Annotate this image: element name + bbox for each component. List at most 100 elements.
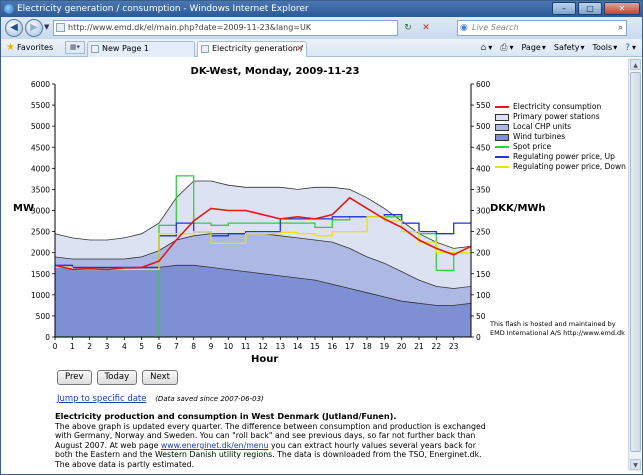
y-tick-label-right: 150 (476, 270, 491, 279)
x-tick-label: 6 (157, 342, 162, 351)
legend-label: Regulating power price, Up (513, 152, 615, 161)
scroll-down-arrow-icon[interactable]: ▼ (630, 459, 641, 470)
y-tick-label-left: 3500 (31, 185, 50, 194)
command-bar: ⌂ ▾ ⎙ ▾ Page ▾ Safety ▾ Tools ▾ ? ▾ (481, 41, 636, 55)
y-tick-label-right: 400 (476, 164, 491, 173)
back-arrow-icon[interactable]: ◀ (5, 19, 23, 37)
chart-legend: Electricity consumption Primary power sta… (495, 102, 626, 172)
description-title: Electricity production and consumption i… (55, 411, 397, 421)
legend-item: Wind turbines (495, 132, 626, 142)
tab-page-icon (201, 45, 209, 53)
vertical-scrollbar[interactable]: ▲ ▼ (628, 58, 641, 471)
y-tick-label-right: 50 (476, 312, 486, 321)
page-content: DK-West, Monday, 2009-11-23 MW DKK/MWh H… (5, 58, 627, 471)
safety-menu[interactable]: Safety ▾ (554, 41, 585, 55)
legend-item: Regulating power price, Up (495, 152, 626, 162)
jump-row: Jump to specific date (Data saved since … (57, 394, 264, 404)
search-input[interactable]: ◉ Live Search ⌕ (457, 20, 627, 36)
y-tick-label-right: 450 (476, 143, 491, 152)
y-tick-label-left: 1500 (31, 270, 50, 279)
y-tick-label-left: 500 (36, 312, 51, 321)
y-tick-label-left: 1000 (31, 291, 50, 300)
legend-label: Electricity consumption (513, 102, 602, 111)
tab-label: Electricity generation / ... (212, 44, 307, 53)
y-tick-label-right: 300 (476, 207, 491, 216)
jump-to-date-link[interactable]: Jump to specific date (57, 394, 147, 404)
prev-button[interactable]: Prev (57, 370, 92, 385)
x-tick-label: 12 (258, 342, 268, 351)
tab-label: New Page 1 (102, 44, 149, 53)
x-tick-label: 13 (276, 342, 286, 351)
tab-electricity[interactable]: Electricity generation / ... ✕ (197, 41, 307, 57)
legend-label: Wind turbines (513, 132, 566, 141)
star-icon: ★ (6, 42, 15, 53)
y-tick-label-right: 550 (476, 101, 491, 110)
help-icon: ? (625, 43, 630, 53)
legend-label: Spot price (513, 142, 552, 151)
y-tick-label-left: 5500 (31, 101, 50, 110)
tools-menu[interactable]: Tools ▾ (592, 41, 617, 55)
search-placeholder: Live Search (472, 23, 519, 32)
print-icon: ⎙ (500, 43, 508, 53)
page-menu[interactable]: Page ▾ (521, 41, 545, 55)
x-tick-label: 2 (87, 342, 92, 351)
live-search-icon: ◉ (460, 23, 468, 33)
tab-new-page[interactable]: New Page 1 (87, 41, 195, 57)
x-tick-label: 18 (362, 342, 372, 351)
legend-swatch (495, 156, 509, 158)
legend-item: Primary power stations (495, 112, 626, 122)
tab-close-icon[interactable]: ✕ (296, 42, 303, 56)
window-title: Electricity generation / consumption - W… (17, 4, 309, 14)
favorites-button[interactable]: ★ Favorites (6, 41, 53, 55)
address-bar[interactable]: http://www.emd.dk/el/main.php?date=2009-… (53, 20, 398, 36)
tab-page-icon (91, 45, 99, 53)
quick-tabs-icon[interactable]: ▦▾ (65, 41, 85, 54)
y-tick-label-right: 0 (476, 333, 481, 342)
search-icon[interactable]: ⌕ (618, 21, 623, 35)
energinet-link[interactable]: www.energinet.dk/en/menu (161, 441, 269, 450)
legend-swatch (495, 106, 509, 108)
window-controls: – □ ✕ (552, 2, 640, 15)
x-tick-label: 10 (224, 342, 234, 351)
legend-item: Regulating power price, Down (495, 162, 626, 172)
x-tick-label: 20 (397, 342, 407, 351)
page-favicon-icon (56, 23, 65, 32)
legend-label: Local CHP units (513, 122, 572, 131)
history-dropdown-icon[interactable]: ▼ (44, 23, 49, 31)
y-tick-label-left: 2000 (31, 249, 50, 258)
legend-swatch (495, 113, 509, 121)
legend-swatch (495, 146, 509, 148)
y-tick-label-right: 500 (476, 122, 491, 131)
address-url: http://www.emd.dk/el/main.php?date=2009-… (68, 23, 312, 32)
y-tick-label-left: 2500 (31, 228, 50, 237)
data-saved-note: (Data saved since 2007-06-03) (155, 395, 264, 403)
legend-label: Primary power stations (513, 112, 600, 121)
home-button[interactable]: ⌂ ▾ (481, 41, 493, 55)
x-tick-label: 0 (53, 342, 58, 351)
minimize-button[interactable]: – (552, 2, 576, 15)
x-tick-label: 17 (345, 342, 355, 351)
x-tick-label: 1 (70, 342, 75, 351)
x-tick-label: 4 (122, 342, 127, 351)
maximize-button[interactable]: □ (578, 2, 602, 15)
today-button[interactable]: Today (96, 370, 138, 385)
scroll-up-arrow-icon[interactable]: ▲ (630, 59, 641, 70)
scroll-thumb[interactable] (630, 72, 641, 452)
y-tick-label-right: 250 (476, 228, 491, 237)
y-tick-label-left: 0 (45, 333, 50, 342)
refresh-icon[interactable]: ↻ (400, 20, 416, 36)
x-tick-label: 11 (241, 342, 251, 351)
flash-hosting-note: This flash is hosted and maintained by E… (490, 320, 625, 337)
legend-swatch (495, 166, 509, 168)
y-tick-label-left: 4500 (31, 143, 50, 152)
next-button[interactable]: Next (142, 370, 178, 385)
y-tick-label-left: 5000 (31, 122, 50, 131)
print-button[interactable]: ⎙ ▾ (500, 41, 513, 55)
legend-label: Regulating power price, Down (513, 162, 626, 171)
close-button[interactable]: ✕ (604, 2, 640, 15)
help-button[interactable]: ? ▾ (625, 41, 636, 55)
stop-icon[interactable]: ✕ (418, 20, 434, 36)
forward-arrow-icon[interactable]: ▶ (25, 19, 43, 37)
y-tick-label-left: 3000 (31, 207, 50, 216)
x-tick-label: 22 (432, 342, 442, 351)
